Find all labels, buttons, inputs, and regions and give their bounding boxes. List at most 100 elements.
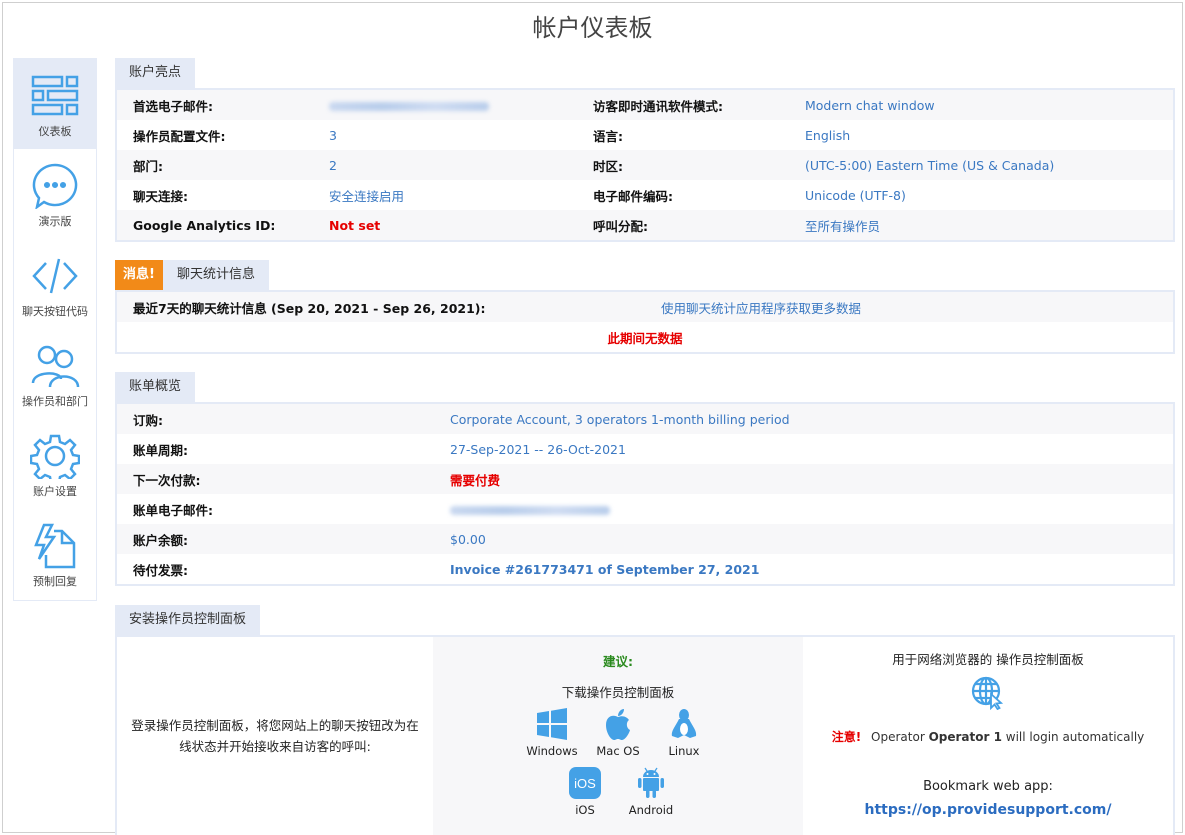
sidebar-item-demo[interactable]: 演示版 bbox=[14, 149, 96, 239]
subscription-link[interactable]: Corporate Account, 3 operators 1-month b… bbox=[450, 412, 1173, 427]
notice-text: Operator bbox=[871, 730, 929, 744]
billing-email-label: 账单电子邮件: bbox=[133, 502, 213, 518]
balance-value[interactable]: $0.00 bbox=[450, 532, 1173, 547]
tab-account-highlights: 账户亮点 bbox=[115, 58, 196, 88]
sidebar-item-label: 聊天按钮代码 bbox=[22, 305, 88, 318]
install-box: 登录操作员控制面板，将您网站上的聊天按钮改为在线状态并开始接收来自访客的呼叫: … bbox=[115, 635, 1175, 835]
sidebar-item-dashboard[interactable]: 仪表板 bbox=[14, 59, 96, 149]
web-app-link[interactable]: https://op.providesupport.com/ bbox=[865, 802, 1112, 818]
canned-response-icon bbox=[34, 523, 76, 569]
web-console-column: 用于网络浏览器的 操作员控制面板 注意! Operator Operator 1… bbox=[803, 637, 1173, 835]
table-row: 账户余额: $0.00 bbox=[117, 524, 1173, 554]
platform-label: Windows bbox=[526, 744, 578, 758]
billing-period-value[interactable]: 27-Sep-2021 -- 26-Oct-2021 bbox=[450, 442, 1173, 457]
globe-cursor-icon[interactable] bbox=[971, 676, 1005, 711]
table-row: 账单电子邮件: bbox=[117, 494, 1173, 524]
account-highlights-panel: 账户亮点 首选电子邮件: 访客即时通讯软件模式: Modern chat win… bbox=[115, 58, 1175, 242]
sidebar-item-operators[interactable]: 操作员和部门 bbox=[14, 329, 96, 419]
stats-period-label: 最近7天的聊天统计信息 (Sep 20, 2021 - Sep 26, 2021… bbox=[133, 300, 486, 316]
next-payment-label: 下一次付款: bbox=[133, 472, 201, 488]
sidebar-item-account-settings[interactable]: 账户设置 bbox=[14, 419, 96, 509]
download-windows[interactable]: Windows bbox=[526, 707, 578, 758]
operator-profiles-label: 操作员配置文件: bbox=[133, 128, 226, 144]
sidebar-item-chat-button-code[interactable]: 聊天按钮代码 bbox=[14, 239, 96, 329]
blurred-email bbox=[450, 505, 610, 515]
table-row: 订购: Corporate Account, 3 operators 1-mon… bbox=[117, 404, 1173, 434]
table-row: 下一次付款: 需要付费 bbox=[117, 464, 1173, 494]
language-link[interactable]: English bbox=[805, 128, 1173, 143]
operator-profiles-link[interactable]: 3 bbox=[329, 128, 593, 143]
sidebar-item-canned-responses[interactable]: 预制回复 bbox=[14, 509, 96, 599]
sidebar-item-label: 账户设置 bbox=[33, 485, 77, 498]
preferred-email-label: 首选电子邮件: bbox=[133, 98, 213, 114]
windows-icon bbox=[537, 708, 567, 740]
next-payment-link[interactable]: 需要付费 bbox=[450, 470, 1173, 489]
pending-invoice-link[interactable]: Invoice #261773471 of September 27, 2021 bbox=[450, 562, 1173, 577]
android-icon bbox=[638, 767, 664, 798]
stats-app-link[interactable]: 使用聊天统计应用程序获取更多数据 bbox=[661, 298, 861, 317]
platform-label: Mac OS bbox=[596, 744, 640, 758]
gear-icon bbox=[30, 434, 80, 479]
google-analytics-link[interactable]: Not set bbox=[329, 218, 593, 233]
download-heading: 下载操作员控制面板 bbox=[561, 685, 675, 700]
alert-badge: 消息! bbox=[115, 260, 163, 290]
download-macos[interactable]: Mac OS bbox=[594, 707, 642, 758]
platform-label: Linux bbox=[668, 744, 700, 758]
code-icon bbox=[32, 258, 78, 294]
download-ios[interactable]: iOS iOS bbox=[561, 766, 609, 817]
svg-text:iOS: iOS bbox=[574, 776, 596, 791]
page-title: 帐户仪表板 bbox=[532, 14, 653, 42]
google-analytics-label: Google Analytics ID: bbox=[133, 217, 276, 233]
billing-email-value[interactable] bbox=[450, 502, 1173, 517]
preferred-email-value[interactable] bbox=[329, 98, 593, 113]
tab-billing-overview: 账单概览 bbox=[115, 372, 196, 402]
notice-label: 注意! bbox=[831, 730, 862, 744]
timezone-label: 时区: bbox=[593, 158, 623, 174]
call-distribution-link[interactable]: 至所有操作员 bbox=[805, 216, 1173, 235]
table-row: 账单周期: 27-Sep-2021 -- 26-Oct-2021 bbox=[117, 434, 1173, 464]
auto-login-notice: 注意! Operator Operator 1 will login autom… bbox=[803, 728, 1173, 745]
web-console-title: 用于网络浏览器的 操作员控制面板 bbox=[892, 652, 1084, 667]
highlights-table: 首选电子邮件: 访客即时通讯软件模式: Modern chat window 操… bbox=[115, 88, 1175, 242]
table-row: 操作员配置文件: 3 语言: English bbox=[117, 120, 1173, 150]
blurred-email bbox=[329, 101, 489, 111]
billing-panel: 账单概览 订购: Corporate Account, 3 operators … bbox=[115, 372, 1175, 586]
table-row: Google Analytics ID: Not set 呼叫分配: 至所有操作… bbox=[117, 210, 1173, 240]
operator-name: Operator 1 bbox=[928, 730, 1002, 744]
no-data-message: 此期间无数据 bbox=[607, 330, 683, 346]
chat-connection-label: 聊天连接: bbox=[133, 188, 188, 204]
bookmark-label: Bookmark web app: bbox=[923, 779, 1053, 794]
balance-label: 账户余额: bbox=[133, 532, 188, 548]
subscription-label: 订购: bbox=[133, 412, 163, 428]
apple-icon bbox=[606, 709, 630, 740]
download-android[interactable]: Android bbox=[627, 766, 675, 817]
install-description: 登录操作员控制面板，将您网站上的聊天按钮改为在线状态并开始接收来自访客的呼叫: bbox=[131, 718, 419, 754]
chat-window-mode-label: 访客即时通讯软件模式: bbox=[593, 98, 723, 114]
chat-bubble-icon bbox=[32, 163, 78, 209]
download-linux[interactable]: Linux bbox=[660, 707, 708, 758]
tab-chat-stats: 聊天统计信息 bbox=[162, 260, 269, 290]
sidebar-item-label: 操作员和部门 bbox=[22, 395, 88, 408]
departments-link[interactable]: 2 bbox=[329, 158, 593, 173]
call-distribution-label: 呼叫分配: bbox=[593, 218, 648, 234]
sidebar: 仪表板 演示版 聊天按钮代码 操作员和部门 账户设置 预制回复 bbox=[13, 58, 97, 601]
chat-window-mode-link[interactable]: Modern chat window bbox=[805, 98, 1173, 113]
chat-connection-link[interactable]: 安全连接启用 bbox=[329, 186, 593, 205]
tab-install-operator-console: 安装操作员控制面板 bbox=[115, 605, 261, 635]
table-row: 待付发票: Invoice #261773471 of September 27… bbox=[117, 554, 1173, 584]
chat-stats-panel: 消息! 聊天统计信息 最近7天的聊天统计信息 (Sep 20, 2021 - S… bbox=[115, 260, 1175, 354]
billing-period-label: 账单周期: bbox=[133, 442, 188, 458]
pending-invoice-label: 待付发票: bbox=[133, 562, 188, 578]
notice-text: will login automatically bbox=[1001, 730, 1145, 744]
stats-box: 最近7天的聊天统计信息 (Sep 20, 2021 - Sep 26, 2021… bbox=[115, 290, 1175, 354]
email-encoding-label: 电子邮件编码: bbox=[593, 188, 673, 204]
table-row: 聊天连接: 安全连接启用 电子邮件编码: Unicode (UTF-8) bbox=[117, 180, 1173, 210]
language-label: 语言: bbox=[593, 128, 623, 144]
download-column: 建议: 下载操作员控制面板 Windows Mac OS Linux iOS i… bbox=[433, 637, 803, 835]
sidebar-item-label: 演示版 bbox=[38, 215, 72, 228]
email-encoding-link[interactable]: Unicode (UTF-8) bbox=[805, 188, 1173, 203]
linux-icon bbox=[671, 709, 697, 738]
table-row: 部门: 2 时区: (UTC-5:00) Eastern Time (US & … bbox=[117, 150, 1173, 180]
timezone-link[interactable]: (UTC-5:00) Eastern Time (US & Canada) bbox=[805, 158, 1173, 173]
platform-label: Android bbox=[628, 803, 674, 817]
